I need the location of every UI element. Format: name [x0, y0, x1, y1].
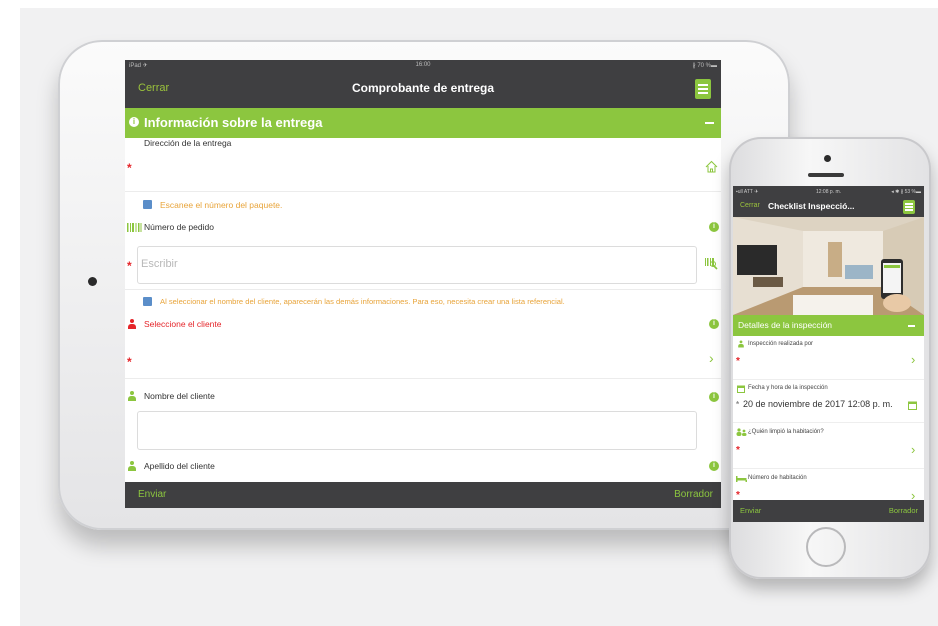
- required-marker: *: [736, 356, 740, 367]
- select-client-label: Seleccione el cliente: [144, 319, 222, 329]
- required-marker: *: [736, 445, 740, 456]
- client-lastname-label: Apellido del cliente: [144, 461, 215, 471]
- chevron-right-icon[interactable]: ›: [709, 350, 714, 366]
- draft-button[interactable]: Borrador: [674, 489, 713, 500]
- order-number-label: Número de pedido: [144, 222, 214, 232]
- people-icon: [736, 428, 747, 436]
- tablet-camera-dot: [88, 277, 97, 286]
- phone-speaker: [808, 173, 844, 177]
- phone-footer-bar: Enviar Borrador: [733, 500, 924, 522]
- required-marker: *: [127, 161, 132, 175]
- collapse-icon[interactable]: [705, 122, 714, 124]
- collapse-icon[interactable]: [908, 325, 915, 327]
- tablet-clock: 16:00: [415, 62, 431, 68]
- tablet-footer-bar: Enviar Borrador: [125, 482, 721, 508]
- phone-battery: ◂ ✱ ∦ 53 %▬: [891, 189, 921, 195]
- scan-hint: Escanee el número del paquete.: [160, 200, 283, 210]
- required-marker: *: [127, 259, 132, 273]
- divider: [125, 191, 721, 192]
- tablet-battery: ∦ 70 %▬: [692, 63, 717, 69]
- inspected-by-label: Inspección realizada por: [748, 341, 814, 347]
- datetime-value[interactable]: 20 de noviembre de 2017 12:08 p. m.: [743, 399, 893, 409]
- phone-status-bar: ▪ull ATT ✈ 12:08 p. m. ◂ ✱ ∦ 53 %▬: [733, 186, 924, 197]
- person-icon: [738, 340, 744, 348]
- room-number-label: Número de habitación: [748, 475, 807, 481]
- room-photo-illustration: [733, 217, 924, 315]
- phone-close-button[interactable]: Cerrar: [740, 202, 760, 209]
- phone-draft-button[interactable]: Borrador: [889, 506, 918, 515]
- select-client-field[interactable]: [139, 345, 699, 371]
- inspected-by-field[interactable]: [743, 351, 918, 373]
- phone-send-button[interactable]: Enviar: [740, 506, 761, 515]
- phone-home-button[interactable]: [806, 527, 846, 567]
- info-icon[interactable]: i: [709, 392, 719, 402]
- section-title: Información sobre la entrega: [144, 115, 323, 130]
- bed-icon: [736, 476, 747, 482]
- section-header-inspection-details[interactable]: Detalles de la inspección: [733, 315, 924, 336]
- info-icon: i: [129, 117, 139, 127]
- tablet-nav-bar: Cerrar Comprobante de entrega: [125, 72, 721, 108]
- order-number-input[interactable]: Escribir: [137, 246, 697, 284]
- home-icon[interactable]: [705, 160, 718, 173]
- address-field[interactable]: [139, 156, 699, 180]
- tablet-status-bar: iPad ✈ 16:00 ∦ 70 %▬: [125, 60, 721, 72]
- cleaned-by-label: ¿Quién limpió la habitación?: [748, 429, 824, 435]
- tablet-screen: iPad ✈ 16:00 ∦ 70 %▬ Cerrar Comprobante …: [125, 60, 721, 508]
- datetime-label: Fecha y hora de la inspección: [748, 385, 828, 391]
- divider: [733, 379, 924, 380]
- chevron-right-icon[interactable]: ›: [911, 352, 915, 367]
- info-icon[interactable]: i: [709, 319, 719, 329]
- send-button[interactable]: Enviar: [138, 489, 166, 500]
- info-icon[interactable]: i: [709, 222, 719, 232]
- person-icon: [128, 461, 136, 471]
- calendar-icon: [737, 385, 745, 393]
- client-name-label: Nombre del cliente: [144, 391, 215, 401]
- phone-page-title: Checklist Inspecció...: [768, 201, 855, 211]
- required-marker: *: [127, 355, 132, 369]
- person-icon: [128, 319, 136, 329]
- calendar-icon[interactable]: [908, 401, 917, 410]
- phone-camera: [824, 155, 831, 162]
- barcode-icon: [127, 223, 142, 232]
- phone-screen: ▪ull ATT ✈ 12:08 p. m. ◂ ✱ ∦ 53 %▬ Cerra…: [733, 186, 924, 522]
- barcode-scan-icon[interactable]: [704, 257, 719, 271]
- person-icon: [128, 391, 136, 401]
- info-icon[interactable]: i: [709, 461, 719, 471]
- divider: [733, 468, 924, 469]
- phone-section-title: Detalles de la inspección: [738, 320, 833, 330]
- client-name-input[interactable]: [137, 411, 697, 450]
- menu-icon[interactable]: [695, 79, 711, 99]
- room-photo: [733, 217, 924, 315]
- section-header-delivery-info[interactable]: i Información sobre la entrega: [125, 108, 721, 138]
- phone-nav-bar: Cerrar Checklist Inspecció...: [733, 197, 924, 217]
- chevron-right-icon[interactable]: ›: [911, 442, 915, 457]
- divider: [125, 289, 721, 290]
- order-number-placeholder: Escribir: [141, 258, 178, 270]
- menu-icon[interactable]: [903, 200, 915, 214]
- address-label: Dirección de la entrega: [144, 138, 232, 148]
- divider: [125, 378, 721, 379]
- required-marker: *: [736, 400, 740, 409]
- info-icon: [143, 297, 152, 306]
- info-icon: [143, 200, 152, 209]
- cleaned-by-field[interactable]: [743, 440, 918, 462]
- client-hint: Al seleccionar el nombre del cliente, ap…: [160, 297, 565, 306]
- divider: [733, 422, 924, 423]
- page-title: Comprobante de entrega: [351, 81, 495, 95]
